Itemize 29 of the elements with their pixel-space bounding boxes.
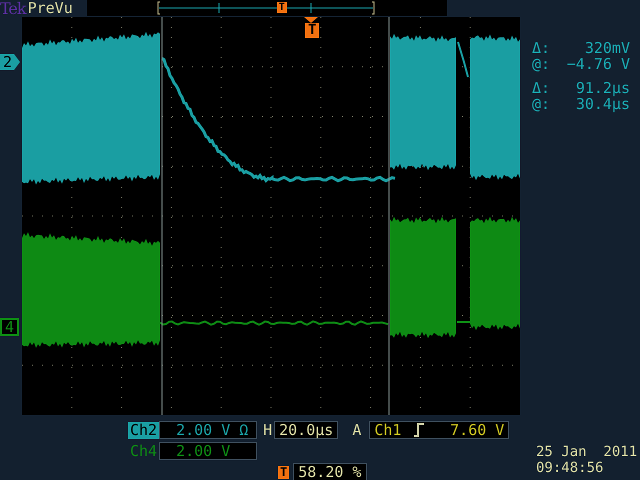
channel-label: Ch2 xyxy=(128,422,160,438)
channel-marker: 4 xyxy=(0,318,20,336)
trigger-level: 7.60 V xyxy=(450,422,504,438)
readout-value: 91.2µs xyxy=(576,80,630,96)
readout-value: −4.76 V xyxy=(566,56,630,72)
brand-logo: Tek xyxy=(0,0,26,17)
trigger-position-readout: 58.20 % xyxy=(293,463,368,480)
timebase-readout: 20.0µs xyxy=(274,421,338,439)
readout-label: @: xyxy=(532,96,550,112)
cursor-line[interactable] xyxy=(388,17,390,415)
channel-scale-readout: 2.00 V Ω xyxy=(159,421,258,439)
readout-label: @: xyxy=(532,56,550,72)
horizontal-label: H xyxy=(263,422,272,438)
time-label: 09:48:56 xyxy=(535,460,604,476)
channel-label: Ch4 xyxy=(129,442,158,460)
readout-label: Δ: xyxy=(532,40,550,56)
channel-scale-readout: 2.00 V xyxy=(159,442,258,460)
rising-edge-icon xyxy=(413,423,426,437)
trigger-label: A xyxy=(352,422,362,438)
trigger-pointer-icon xyxy=(304,17,318,23)
trigger-position-icon: T xyxy=(278,466,290,478)
channel-marker: 2 xyxy=(0,54,20,70)
trigger-marker: T xyxy=(276,2,287,13)
readout-label: Δ: xyxy=(532,80,550,96)
trigger-source: Ch1 xyxy=(374,422,402,438)
date-label: 25 Jan 2011 xyxy=(535,444,638,460)
readout-value: 320mV xyxy=(584,40,630,56)
mode-label: PreVu xyxy=(28,0,73,17)
readout-value: 30.4µs xyxy=(576,96,630,112)
